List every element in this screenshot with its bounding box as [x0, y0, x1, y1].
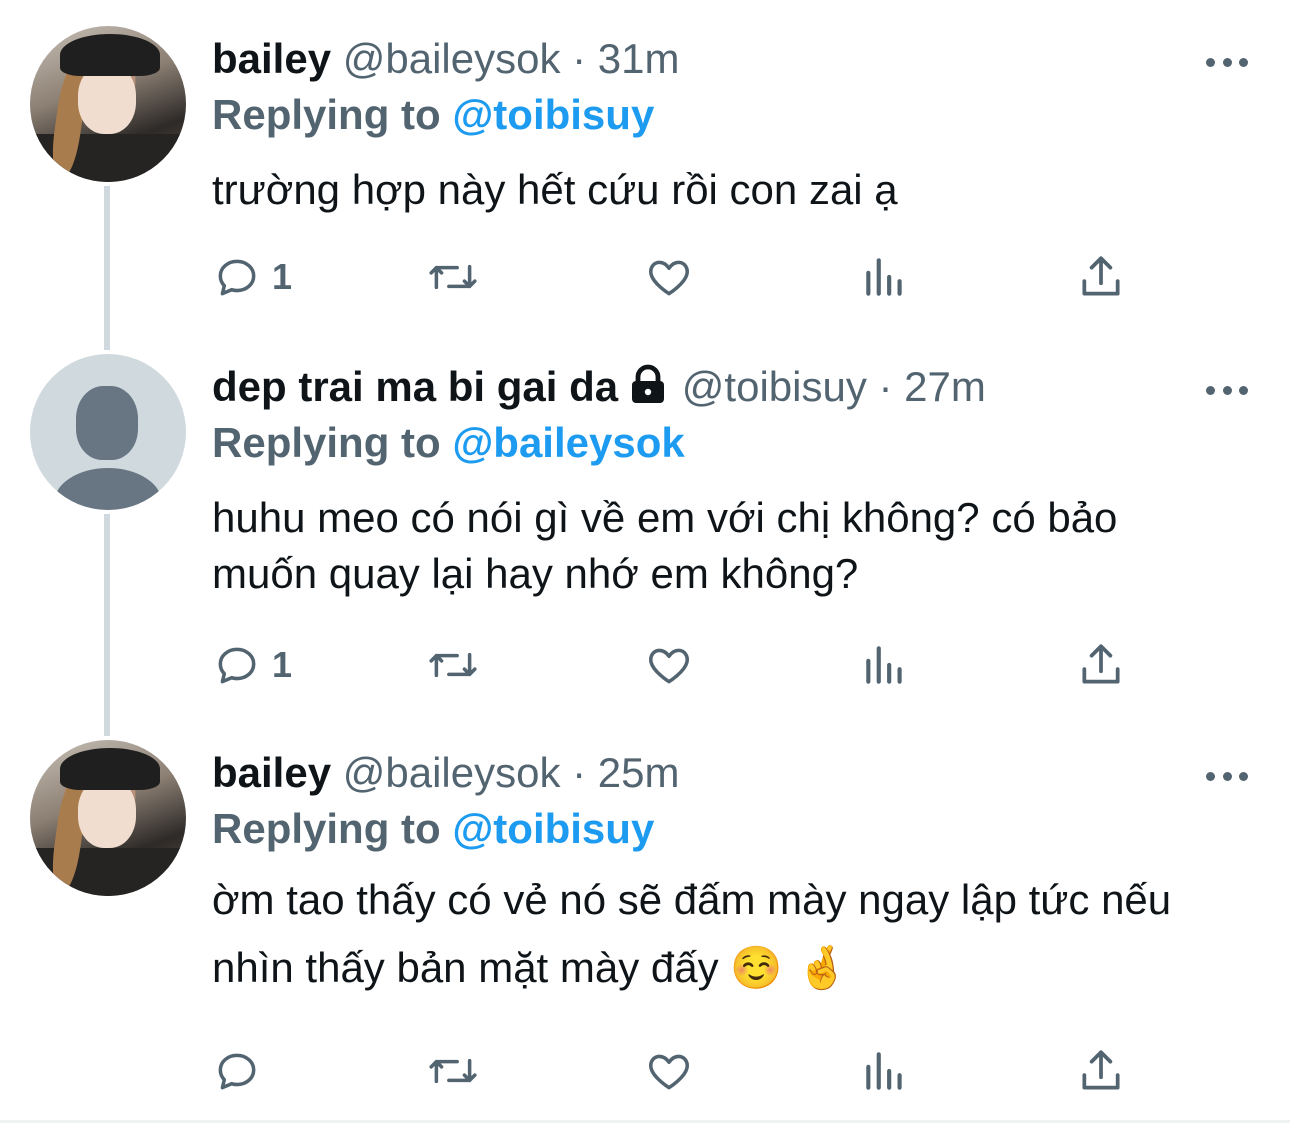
- avatar[interactable]: [30, 740, 186, 896]
- tweet[interactable]: dep trai ma bi gai da @toibisuy · 27m Re…: [0, 354, 1290, 714]
- emoji: ☺️ 🤞: [730, 943, 849, 992]
- user-handle[interactable]: @toibisuy: [682, 363, 867, 410]
- replying-label: Replying to: [212, 91, 441, 138]
- tweet-header: dep trai ma bi gai da @toibisuy · 27m: [212, 362, 986, 412]
- views-button[interactable]: [862, 638, 908, 692]
- retweet-button[interactable]: [426, 250, 480, 304]
- reply-button[interactable]: 1: [212, 250, 292, 304]
- retweet-icon: [429, 652, 477, 678]
- retweet-button[interactable]: [426, 638, 480, 692]
- share-button[interactable]: [1078, 250, 1124, 304]
- replying-handle-link[interactable]: @toibisuy: [452, 805, 654, 852]
- heart-icon: [649, 260, 689, 296]
- action-bar: 1: [212, 250, 1172, 304]
- display-name[interactable]: bailey: [212, 749, 331, 796]
- share-icon: [1082, 1050, 1120, 1090]
- reply-icon: [218, 647, 256, 684]
- timestamp[interactable]: · 25m: [572, 749, 679, 796]
- analytics-icon: [866, 1052, 902, 1090]
- analytics-icon: [866, 258, 902, 296]
- replying-handle-link[interactable]: @toibisuy: [452, 91, 654, 138]
- display-name[interactable]: dep trai ma bi gai da: [212, 363, 618, 410]
- tweet[interactable]: bailey @baileysok · 25m Replying to @toi…: [0, 740, 1290, 1110]
- views-button[interactable]: [862, 1044, 908, 1098]
- replying-to: Replying to @baileysok: [212, 418, 685, 468]
- replying-to: Replying to @toibisuy: [212, 804, 654, 854]
- reply-count: 1: [272, 644, 293, 685]
- tweet[interactable]: bailey @baileysok · 31m Replying to @toi…: [0, 26, 1290, 326]
- more-icon[interactable]: [1206, 770, 1248, 782]
- share-icon: [1082, 644, 1120, 684]
- reply-icon: [218, 1053, 256, 1090]
- tweet-header: bailey @baileysok · 25m: [212, 748, 680, 798]
- more-icon[interactable]: [1206, 384, 1248, 396]
- user-handle[interactable]: @baileysok: [343, 35, 561, 82]
- reply-button[interactable]: 1: [212, 638, 292, 692]
- replying-to: Replying to @toibisuy: [212, 90, 654, 140]
- tweet-text-body: ờm tao thấy có vẻ nó sẽ đấm mày ngay lập…: [212, 876, 1172, 991]
- timestamp[interactable]: · 31m: [572, 35, 679, 82]
- avatar[interactable]: [30, 354, 186, 510]
- share-button[interactable]: [1078, 638, 1124, 692]
- like-button[interactable]: [644, 638, 694, 692]
- display-name[interactable]: bailey: [212, 35, 331, 82]
- like-button[interactable]: [644, 1044, 694, 1098]
- share-button[interactable]: [1078, 1044, 1124, 1098]
- retweet-icon: [429, 1058, 477, 1084]
- retweet-button[interactable]: [426, 1044, 480, 1098]
- retweet-icon: [429, 264, 477, 290]
- replying-label: Replying to: [212, 419, 441, 466]
- reply-count: 1: [272, 256, 293, 297]
- tweet-text: ờm tao thấy có vẻ nó sẽ đấm mày ngay lập…: [212, 866, 1202, 1002]
- like-button[interactable]: [644, 250, 694, 304]
- timestamp[interactable]: · 27m: [879, 363, 986, 410]
- action-bar: 1: [212, 638, 1172, 692]
- share-icon: [1082, 256, 1120, 296]
- analytics-icon: [866, 646, 902, 684]
- lock-icon: [632, 364, 665, 403]
- views-button[interactable]: [862, 250, 908, 304]
- replying-handle-link[interactable]: @baileysok: [452, 419, 684, 466]
- more-icon[interactable]: [1206, 56, 1248, 68]
- heart-icon: [649, 1054, 689, 1090]
- tweet-text: trường hợp này hết cứu rồi con zai ạ: [212, 166, 898, 213]
- action-bar: [212, 1044, 1172, 1098]
- reply-icon: [218, 259, 256, 296]
- tweet-text: huhu meo có nói gì về em với chị không? …: [212, 494, 1118, 597]
- user-handle[interactable]: @baileysok: [343, 749, 561, 796]
- heart-icon: [649, 648, 689, 684]
- avatar[interactable]: [30, 26, 186, 182]
- reply-button[interactable]: [212, 1044, 272, 1098]
- replying-label: Replying to: [212, 805, 441, 852]
- tweet-header: bailey @baileysok · 31m: [212, 34, 680, 84]
